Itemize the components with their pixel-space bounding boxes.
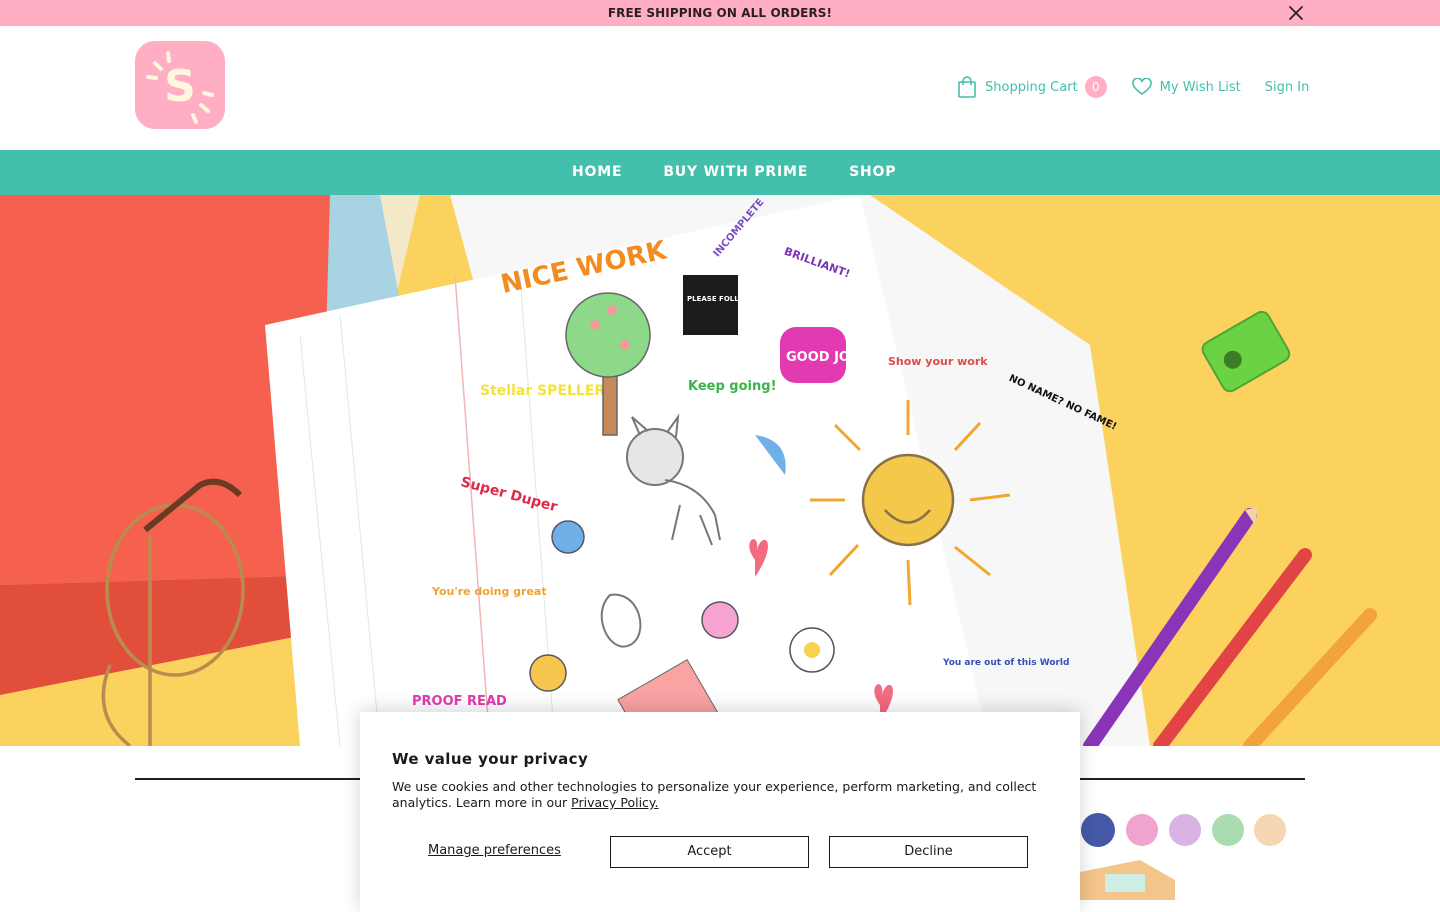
cart-count-badge: 0 [1084,76,1107,98]
stamp-keep-going: Keep going! [688,379,777,394]
cookie-consent-dialog: We value your privacy We use cookies and… [360,712,1080,912]
site-header: S Shopping Cart 0 My Wish List Sign In [0,26,1440,150]
stamp-youre-great: You're doing great [431,585,547,598]
sign-in-link[interactable]: Sign In [1265,80,1310,95]
manage-preferences-link[interactable]: Manage preferences [428,843,561,858]
stamp-proof-read: PROOF READ [412,694,507,709]
product-box-image [1080,860,1175,900]
store-logo[interactable]: S [135,41,225,129]
stamp-thumb-purple-icon [1169,814,1201,846]
main-nav: HOME BUY WITH PRIME SHOP [0,150,1440,195]
wish-list-link[interactable]: My Wish List [1131,78,1241,96]
shopping-cart-link[interactable]: Shopping Cart 0 [957,76,1107,98]
hero-illustration: NICE WORK INCOMPLETE BRILLIANT! PLEASE F… [0,195,1377,746]
stamp-out-of-this-world: You are out of this World [942,658,1069,668]
accept-button[interactable]: Accept [610,836,809,868]
announcement-text: FREE SHIPPING ON ALL ORDERS! [607,6,833,20]
doodle-flower-pink [701,601,739,639]
shopping-bag-icon [958,76,976,98]
logo-sparkle-icon: S [146,51,214,124]
stamp-show-your-work: Show your work [888,355,988,368]
close-icon[interactable] [1287,4,1305,22]
stamp-thumb-orange-icon [1254,814,1286,846]
shopping-cart-label: Shopping Cart [985,79,1078,95]
logo-letter: S [164,61,196,112]
nav-item-shop[interactable]: SHOP [849,164,896,180]
nav-item-home[interactable]: HOME [572,164,622,180]
stamp-stellar-speller: Stellar SPELLER [480,383,605,399]
cookie-body: We use cookies and other technologies to… [392,779,1052,811]
stamp-good-job: GOOD JOB! [786,350,866,365]
stamp-thumb-bear-icon [1081,813,1115,847]
wish-list-label: My Wish List [1159,79,1241,95]
doodle-flower-blue [551,520,585,554]
stamp-thumb-pink-icon [1126,814,1158,846]
hero-banner[interactable]: NICE WORK INCOMPLETE BRILLIANT! PLEASE F… [0,195,1440,746]
header-links: Shopping Cart 0 My Wish List Sign In [957,75,1309,99]
doodle-flower-yellow [529,654,567,692]
heart-icon [1131,78,1152,95]
privacy-policy-link[interactable]: Privacy Policy. [571,795,658,810]
pencil-sharpener [1201,310,1291,393]
cookie-title: We value your privacy [392,750,589,768]
stamp-follow-directions: PLEASE FOLLOW DIRECTIONS [687,295,803,303]
stamp-thumbnails[interactable] [1080,810,1295,850]
decline-button[interactable]: Decline [829,836,1028,868]
cookie-body-text: We use cookies and other technologies to… [392,779,1037,810]
announcement-bar: FREE SHIPPING ON ALL ORDERS! [0,0,1440,26]
nav-item-buy-with-prime[interactable]: BUY WITH PRIME [663,164,808,180]
stamp-thumb-green-icon [1212,814,1244,846]
